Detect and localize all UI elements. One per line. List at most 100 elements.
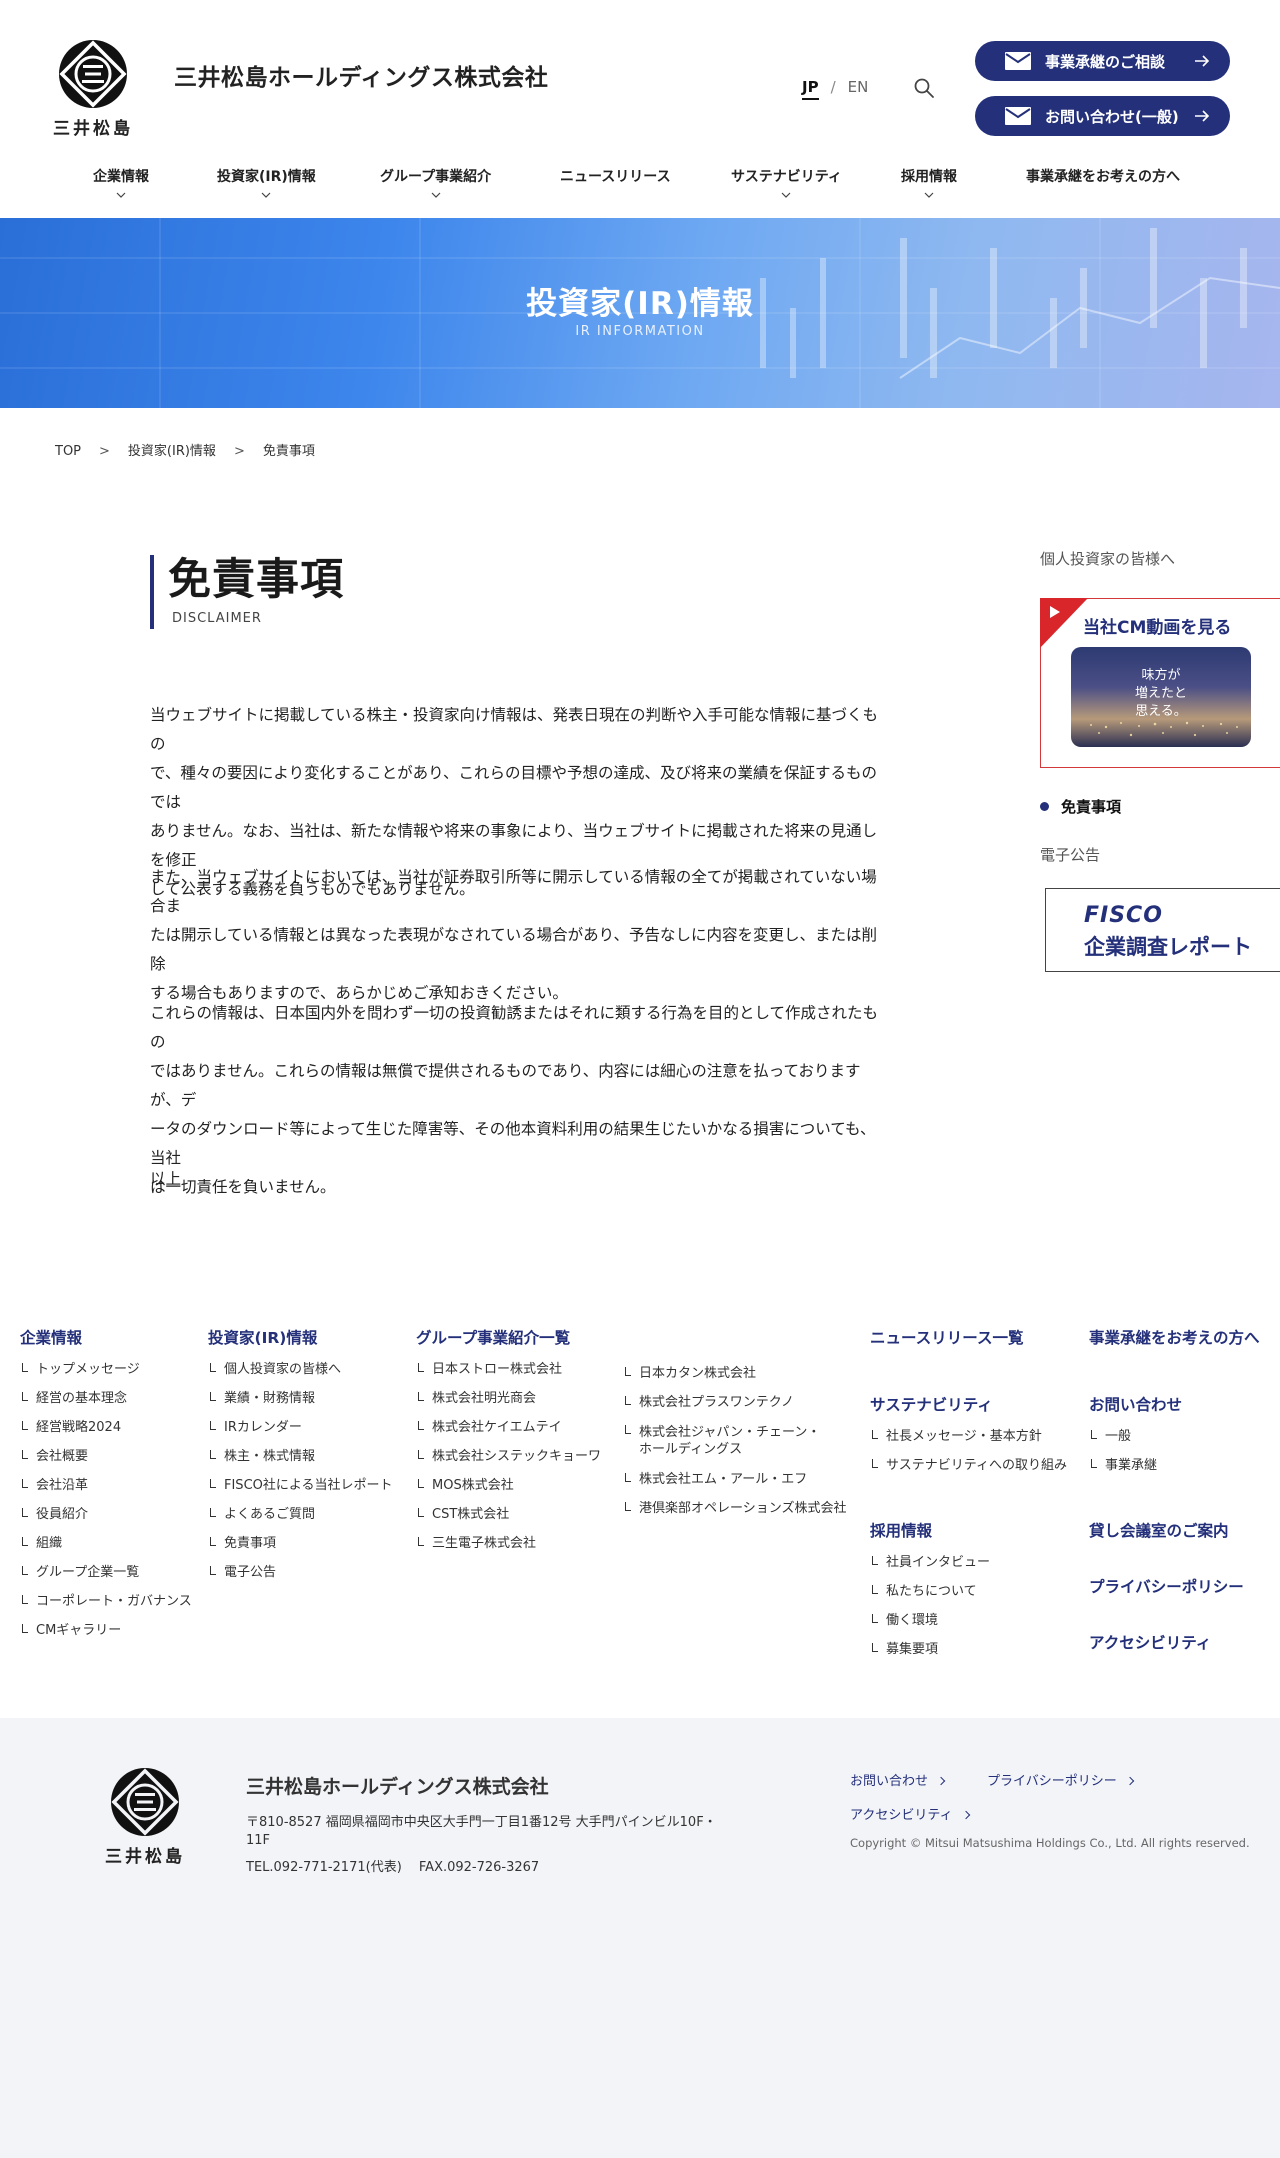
footer-col-group-b: 日本カタン株式会社 株式会社プラスワンテクノ 株式会社ジャパン・チェーン・ ホール… — [623, 1352, 846, 1530]
footer-col-corporate: 企業情報 トップメッセージ 経営の基本理念 経営戦略2024 会社概要 会社沿革… — [20, 1326, 192, 1652]
footer-link[interactable]: CMギャラリー — [20, 1623, 192, 1638]
sidebar: 個人投資家の皆様へ 当社CM動画を見る 味方が 増えたと 思える。 免責事項 電… — [1040, 548, 1280, 972]
footer-link[interactable]: 業績・財務情報 — [208, 1391, 392, 1406]
gnav-ir[interactable]: 投資家(IR)情報 — [217, 166, 316, 198]
footer-accessibility-link[interactable]: アクセシビリティ — [850, 1804, 970, 1823]
footer-link[interactable]: サステナビリティへの取り組み — [870, 1458, 1067, 1473]
gnav-sustainability[interactable]: サステナビリティ — [731, 166, 842, 198]
footer-link[interactable]: 社員インタビュー — [870, 1555, 990, 1570]
gnav-succession[interactable]: 事業承継をお考えの方へ — [1026, 166, 1180, 186]
paragraph-line: これらの情報は、日本国内外を問わず一切の投資勧誘またはそれに類する行為を目的とし… — [150, 1004, 879, 1051]
footer-link[interactable]: 会社概要 — [20, 1449, 192, 1464]
footer-link[interactable]: 三生電子株式会社 — [416, 1536, 601, 1551]
footer-logo[interactable]: 三井松島 — [100, 1766, 190, 1867]
language-switch: JP / EN — [802, 78, 869, 100]
logo-caption: 三井松島 — [53, 119, 133, 139]
gnav-recruit-label: 採用情報 — [901, 169, 957, 185]
footer-link[interactable]: 免責事項 — [208, 1536, 392, 1551]
footer-link[interactable]: 電子公告 — [208, 1565, 392, 1580]
cm-caption-line: 味方が — [1141, 668, 1181, 683]
gnav-recruit[interactable]: 採用情報 — [901, 166, 957, 198]
footer-link[interactable]: 役員紹介 — [20, 1507, 192, 1522]
gnav-news[interactable]: ニュースリリース — [560, 166, 671, 186]
footer-link[interactable]: コーポレート・ガバナンス — [20, 1594, 192, 1609]
footer-link[interactable]: 一般 — [1089, 1429, 1182, 1444]
hero-subtitle: IR INFORMATION — [575, 324, 705, 339]
cm-video-card[interactable]: 当社CM動画を見る 味方が 増えたと 思える。 — [1040, 598, 1280, 768]
footer-link[interactable]: 日本ストロー株式会社 — [416, 1362, 601, 1377]
cm-thumbnail-caption: 味方が 増えたと 思える。 — [1071, 667, 1251, 721]
site-logo[interactable]: 三井松島 — [48, 38, 138, 139]
footer-link[interactable]: 組織 — [20, 1536, 192, 1551]
footer-head-privacy[interactable]: プライバシーポリシー — [1089, 1578, 1244, 1596]
footer-link[interactable]: 株式会社プラスワンテクノ — [623, 1395, 846, 1410]
sidebar-current-disclaimer[interactable]: 免責事項 — [1040, 796, 1121, 817]
footer-list-recruit: 社員インタビュー 私たちについて 働く環境 募集要項 — [870, 1555, 990, 1657]
footer-link[interactable]: グループ企業一覧 — [20, 1565, 192, 1580]
breadcrumb-ir-link[interactable]: 投資家(IR)情報 — [128, 444, 216, 459]
fisco-report-banner[interactable]: FISCO 企業調査レポート — [1045, 888, 1280, 972]
footer-link[interactable]: 経営の基本理念 — [20, 1391, 192, 1406]
footer-head-rental[interactable]: 貸し会議室のご案内 — [1089, 1522, 1229, 1540]
footer-link[interactable]: FISCO社による当社レポート — [208, 1478, 392, 1493]
footer-link[interactable]: 会社沿革 — [20, 1478, 192, 1493]
breadcrumb-separator: > — [233, 444, 245, 459]
footer-link[interactable]: 株主・株式情報 — [208, 1449, 392, 1464]
current-dot-icon — [1040, 802, 1049, 811]
footer-link[interactable]: よくあるご質問 — [208, 1507, 392, 1522]
footer-list-corporate: トップメッセージ 経営の基本理念 経営戦略2024 会社概要 会社沿革 役員紹介… — [20, 1362, 192, 1638]
footer-link[interactable]: 株式会社ジャパン・チェーン・ ホールディングス — [623, 1424, 846, 1458]
footer-link[interactable]: 株式会社ケイエムテイ — [416, 1420, 601, 1435]
fisco-logo-text: FISCO — [1084, 903, 1163, 928]
footer-privacy-link[interactable]: プライバシーポリシー — [987, 1770, 1134, 1789]
footer-link[interactable]: 株式会社システックキョーワ — [416, 1449, 601, 1464]
footer-head-accessibility[interactable]: アクセシビリティ — [1089, 1634, 1211, 1652]
lang-en-link[interactable]: EN — [848, 78, 869, 96]
contact-general-button[interactable]: お問い合わせ(一般) — [975, 96, 1230, 136]
mail-icon — [1005, 107, 1031, 125]
footer-head-group[interactable]: グループ事業紹介一覧 — [416, 1329, 570, 1347]
gnav-ir-label: 投資家(IR)情報 — [217, 169, 316, 185]
footer-head-succession[interactable]: 事業承継をお考えの方へ — [1089, 1329, 1260, 1347]
footer-head-contact[interactable]: お問い合わせ — [1089, 1396, 1182, 1414]
gnav-group[interactable]: グループ事業紹介 — [380, 166, 491, 198]
footer-link[interactable]: MOS株式会社 — [416, 1478, 601, 1493]
footer-link[interactable]: CST株式会社 — [416, 1507, 601, 1522]
footer-col-accessibility: アクセシビリティ — [1089, 1631, 1211, 1653]
search-icon — [914, 78, 934, 98]
succession-consult-button[interactable]: 事業承継のご相談 — [975, 41, 1230, 81]
footer-link[interactable]: 日本カタン株式会社 — [623, 1366, 846, 1381]
cm-video-title: 当社CM動画を見る — [1083, 618, 1232, 638]
footer-link[interactable]: 私たちについて — [870, 1584, 990, 1599]
paragraph-line: 当ウェブサイトに掲載している株主・投資家向け情報は、発表日現在の判断や入手可能な… — [150, 706, 879, 753]
footer-link[interactable]: 個人投資家の皆様へ — [208, 1362, 392, 1377]
footer-link[interactable]: 事業承継 — [1089, 1458, 1182, 1473]
footer-link[interactable]: 募集要項 — [870, 1642, 990, 1657]
footer-head-recruit[interactable]: 採用情報 — [870, 1522, 932, 1540]
footer-link[interactable]: 社長メッセージ・基本方針 — [870, 1429, 1067, 1444]
footer-col-ir: 投資家(IR)情報 個人投資家の皆様へ 業績・財務情報 IRカレンダー 株主・株… — [208, 1326, 392, 1594]
sidebar-individual-investors-link[interactable]: 個人投資家の皆様へ — [1040, 550, 1175, 568]
footer-contact-link[interactable]: お問い合わせ — [850, 1770, 946, 1789]
footer-link[interactable]: 港倶楽部オペレーションズ株式会社 — [623, 1501, 846, 1516]
gnav-group-label: グループ事業紹介 — [380, 169, 492, 185]
site-header: 三井松島 三井松島ホールディングス株式会社 JP / EN 事業承継のご相談 お問い… — [0, 0, 1280, 218]
footer-link[interactable]: IRカレンダー — [208, 1420, 392, 1435]
footer-head-sustainability[interactable]: サステナビリティ — [870, 1396, 993, 1414]
gnav-corporate[interactable]: 企業情報 — [93, 166, 149, 198]
lang-jp-link[interactable]: JP — [802, 78, 819, 100]
footer-head-corporate[interactable]: 企業情報 — [20, 1329, 82, 1347]
sidebar-e-notice-link[interactable]: 電子公告 — [1040, 844, 1100, 865]
global-nav: 企業情報 投資家(IR)情報 グループ事業紹介 ニュースリリース サステナビリテ… — [0, 166, 1280, 206]
footer-link[interactable]: 株式会社明光商会 — [416, 1391, 601, 1406]
chevron-right-icon — [1125, 1776, 1134, 1786]
footer-link[interactable]: 働く環境 — [870, 1613, 990, 1628]
search-button[interactable] — [912, 76, 936, 100]
gnav-news-label: ニュースリリース — [560, 169, 671, 185]
breadcrumb-top-link[interactable]: TOP — [55, 444, 81, 459]
footer-link[interactable]: 株式会社エム・アール・エフ — [623, 1472, 846, 1487]
footer-link[interactable]: トップメッセージ — [20, 1362, 192, 1377]
footer-head-ir[interactable]: 投資家(IR)情報 — [208, 1329, 317, 1347]
footer-head-news[interactable]: ニュースリリース一覧 — [870, 1329, 1023, 1347]
footer-link[interactable]: 経営戦略2024 — [20, 1420, 192, 1435]
